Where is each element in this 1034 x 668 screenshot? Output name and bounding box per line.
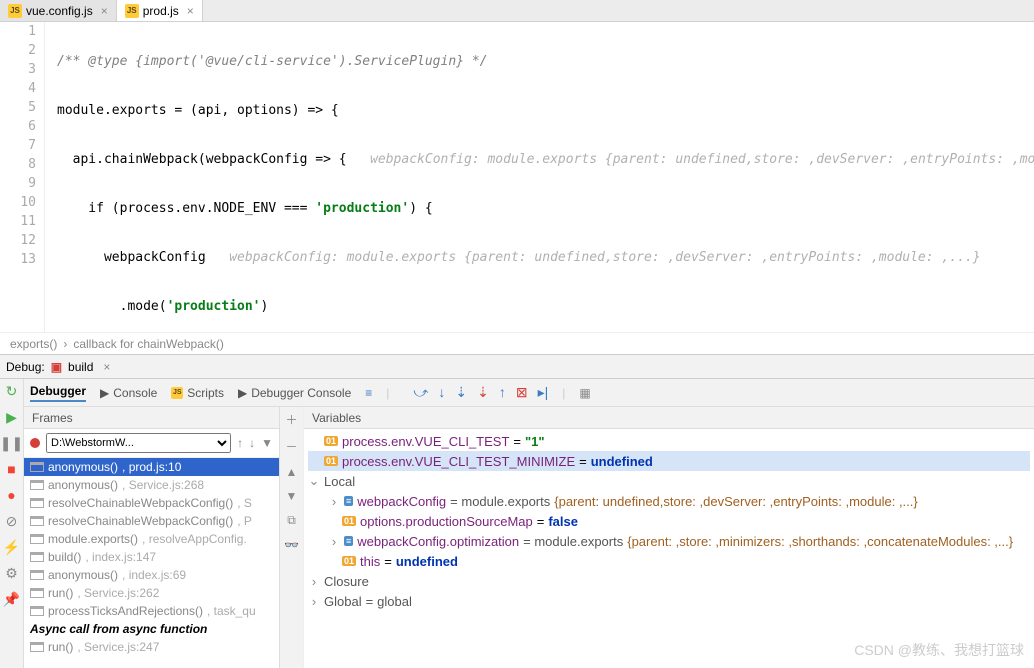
- pin-icon[interactable]: 📌: [4, 591, 20, 607]
- frames-list[interactable]: anonymous(), prod.js:10 anonymous(), Ser…: [24, 458, 279, 668]
- thread-status-icon: [30, 438, 40, 448]
- breadcrumb[interactable]: exports()›callback for chainWebpack(): [0, 332, 1034, 354]
- debug-panel: ↻ ▶ ❚❚ ■ ● ⊘ ⚡ ⚙ 📌 Debugger ▶ Console JS…: [0, 378, 1034, 668]
- step-into-my-icon[interactable]: ⇣: [455, 384, 467, 401]
- frame-row[interactable]: resolveChainableWebpackConfig(), P: [24, 512, 279, 530]
- frame-row[interactable]: run(), Service.js:262: [24, 584, 279, 602]
- frame-row[interactable]: build(), index.js:147: [24, 548, 279, 566]
- close-icon[interactable]: ×: [103, 360, 110, 374]
- variables-header: Variables: [304, 407, 1034, 429]
- step-over-icon[interactable]: ⤻: [413, 384, 428, 401]
- run-to-cursor-icon[interactable]: ▸|: [538, 384, 549, 401]
- copy-icon[interactable]: ⧉: [287, 513, 296, 528]
- frames-panel: Frames D:\WebstormW... ↑ ↓ ▼ anonymous()…: [24, 407, 280, 668]
- js-icon: JS: [8, 4, 22, 18]
- gutter: 12345678910111213: [0, 22, 45, 332]
- close-icon[interactable]: ×: [187, 4, 194, 18]
- tab-debugger-console[interactable]: ▶ Debugger Console: [238, 386, 351, 400]
- debug-tabs: Debugger ▶ Console JSScripts ▶ Debugger …: [24, 379, 1034, 407]
- code-editor[interactable]: 12345678910111213 /** @type {import('@vu…: [0, 22, 1034, 332]
- step-into-icon[interactable]: ↓: [438, 384, 445, 401]
- next-frame-icon[interactable]: ↓: [249, 436, 255, 450]
- watermark: CSDN @教练、我想打篮球: [854, 640, 1024, 660]
- async-separator: Async call from async function: [24, 620, 279, 638]
- drop-frame-icon[interactable]: ⊠: [516, 384, 528, 401]
- frames-header: Frames: [24, 407, 279, 429]
- stop-build-icon[interactable]: ▣: [51, 360, 62, 374]
- layout-icon[interactable]: ≡: [365, 386, 372, 400]
- prev-frame-icon[interactable]: ↑: [237, 436, 243, 450]
- js-icon: JS: [125, 4, 139, 18]
- frame-row[interactable]: run(), Service.js:247: [24, 638, 279, 656]
- stop-icon[interactable]: ■: [4, 461, 20, 477]
- frame-row[interactable]: resolveChainableWebpackConfig(), S: [24, 494, 279, 512]
- add-watch-icon[interactable]: ＋: [285, 411, 297, 428]
- settings-icon[interactable]: ⚙: [4, 565, 20, 581]
- fold-gutter: [45, 22, 57, 332]
- variables-panel: ＋ － ▲ ▼ ⧉ 👓 Variables 01process.env.VUE_…: [280, 407, 1034, 668]
- close-icon[interactable]: ×: [101, 4, 108, 18]
- filter-icon[interactable]: ▼: [261, 436, 273, 450]
- breakpoints-icon[interactable]: ●: [4, 487, 20, 503]
- mute-bp-icon[interactable]: ⊘: [4, 513, 20, 529]
- step-out-icon[interactable]: ↑: [499, 384, 506, 401]
- editor-tabs: JSvue.config.js× JSprod.js×: [0, 0, 1034, 22]
- breakpoint-icon: 10: [0, 193, 36, 212]
- debug-sidebar: ↻ ▶ ❚❚ ■ ● ⊘ ⚡ ⚙ 📌: [0, 379, 24, 668]
- down-icon[interactable]: ▼: [286, 489, 298, 503]
- tab-console[interactable]: ▶ Console: [100, 386, 157, 400]
- frame-row[interactable]: anonymous(), Service.js:268: [24, 476, 279, 494]
- tab-debugger[interactable]: Debugger: [30, 384, 86, 402]
- code-area[interactable]: /** @type {import('@vue/cli-service').Se…: [57, 22, 1034, 332]
- tab-vue-config[interactable]: JSvue.config.js×: [0, 0, 117, 21]
- remove-watch-icon[interactable]: －: [285, 438, 297, 455]
- frame-row[interactable]: anonymous(), prod.js:10: [24, 458, 279, 476]
- frame-row[interactable]: processTicksAndRejections(), task_qu: [24, 602, 279, 620]
- frame-row[interactable]: anonymous(), index.js:69: [24, 566, 279, 584]
- pause-icon[interactable]: ❚❚: [4, 435, 20, 451]
- debug-toolwindow-header: Debug: ▣ build ×: [0, 354, 1034, 378]
- tab-prod-js[interactable]: JSprod.js×: [117, 0, 203, 21]
- resume-icon[interactable]: ▶: [4, 409, 20, 425]
- lightning-icon[interactable]: ⚡: [4, 539, 20, 555]
- up-icon[interactable]: ▲: [286, 465, 298, 479]
- rerun-icon[interactable]: ↻: [4, 383, 20, 399]
- vars-tools: ＋ － ▲ ▼ ⧉ 👓: [280, 407, 304, 668]
- variables-tree[interactable]: 01process.env.VUE_CLI_TEST = "1" 01proce…: [304, 429, 1034, 668]
- calculator-icon[interactable]: ▦: [579, 386, 590, 400]
- thread-selector[interactable]: D:\WebstormW...: [46, 433, 231, 453]
- force-step-icon[interactable]: ⇣: [477, 384, 489, 401]
- tab-scripts[interactable]: JSScripts: [171, 386, 224, 400]
- glasses-icon[interactable]: 👓: [284, 538, 299, 552]
- frame-row[interactable]: module.exports(), resolveAppConfig.: [24, 530, 279, 548]
